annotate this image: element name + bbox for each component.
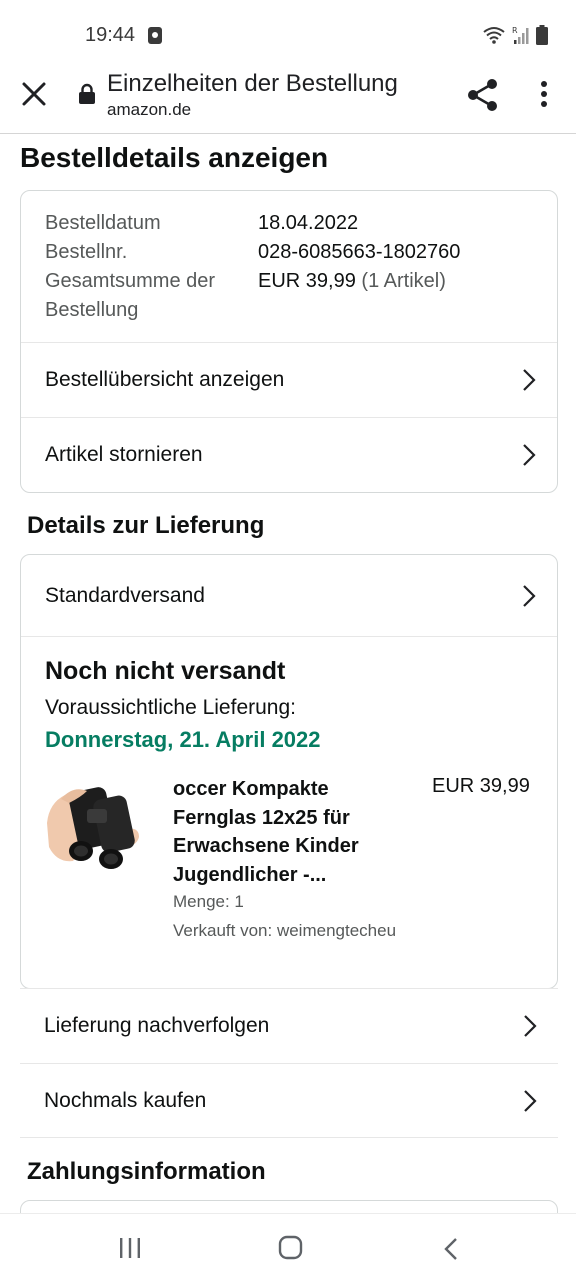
- home-icon[interactable]: [278, 1235, 303, 1260]
- track-delivery-label: Lieferung nachverfolgen: [44, 1014, 270, 1037]
- product-quantity: Menge: 1: [173, 892, 244, 911]
- chevron-right-icon: [524, 1015, 537, 1037]
- more-vert-icon[interactable]: [532, 78, 556, 110]
- order-info: Bestelldatum 18.04.2022 Bestellnr. 028-6…: [45, 209, 535, 325]
- share-icon[interactable]: [466, 78, 500, 112]
- back-icon[interactable]: [442, 1236, 460, 1262]
- recent-apps-icon[interactable]: [118, 1236, 142, 1260]
- product-image[interactable]: [43, 775, 143, 875]
- status-time: 19:44: [85, 24, 136, 46]
- status-icons: R: [482, 24, 548, 46]
- shipping-method-link[interactable]: Standardversand: [21, 555, 557, 637]
- order-number-label: Bestellnr.: [45, 241, 128, 263]
- shipment-status: Noch nicht versandt: [45, 657, 286, 685]
- order-total-label-line1: Gesamtsumme der: [45, 270, 216, 292]
- track-delivery-link[interactable]: Lieferung nachverfolgen: [20, 988, 558, 1063]
- chevron-right-icon: [523, 369, 536, 391]
- product-price: EUR 39,99: [432, 775, 530, 797]
- order-date-value: 18.04.2022: [258, 212, 359, 234]
- order-date-row: Bestelldatum 18.04.2022: [45, 209, 535, 238]
- order-total-items: (1 Artikel): [361, 270, 446, 292]
- order-number-value: 028-6085663-1802760: [258, 241, 461, 263]
- view-order-summary-link[interactable]: Bestellübersicht anzeigen: [21, 342, 557, 417]
- chevron-right-icon: [523, 584, 536, 607]
- expected-delivery-date: Donnerstag, 21. April 2022: [45, 727, 321, 752]
- chevron-right-icon: [523, 444, 536, 466]
- delivery-card: Standardversand Noch nicht versandt Vora…: [20, 554, 558, 989]
- cancel-items-link[interactable]: Artikel stornieren: [21, 417, 557, 492]
- browser-url[interactable]: amazon.de: [107, 100, 191, 120]
- svg-text:R: R: [512, 26, 518, 35]
- shipping-method-label: Standardversand: [45, 583, 205, 607]
- payment-section-title: Zahlungsinformation: [27, 1158, 266, 1185]
- order-summary-card: Bestelldatum 18.04.2022 Bestellnr. 028-6…: [20, 190, 558, 493]
- order-total-value: EUR 39,99 (1 Artikel): [258, 267, 446, 325]
- expected-delivery-label: Voraussichtliche Lieferung:: [45, 696, 296, 719]
- wifi-icon: [483, 27, 505, 44]
- buy-again-label: Nochmals kaufen: [44, 1088, 207, 1112]
- order-total-label-line2: Bestellung: [45, 299, 139, 321]
- system-nav-bar: [0, 1213, 576, 1280]
- order-date-label: Bestelldatum: [45, 212, 161, 234]
- product-name-link[interactable]: occer Kompakte Fernglas 12x25 für Erwach…: [173, 775, 403, 889]
- media-icon: [148, 27, 162, 44]
- lock-icon: [79, 83, 95, 104]
- order-total-row: Gesamtsumme der Bestellung EUR 39,99 (1 A…: [45, 267, 535, 325]
- delivery-section-title: Details zur Lieferung: [27, 512, 265, 539]
- battery-icon: [536, 25, 548, 45]
- order-number-row: Bestellnr. 028-6085663-1802760: [45, 238, 535, 267]
- buy-again-link[interactable]: Nochmals kaufen: [20, 1063, 558, 1138]
- chevron-right-icon: [524, 1089, 537, 1112]
- signal-icon: R: [512, 26, 529, 44]
- order-total-label: Gesamtsumme der Bestellung: [45, 267, 258, 325]
- product-seller: Verkauft von: weimengtecheu: [173, 921, 397, 940]
- browser-page-title: Einzelheiten der Bestellung: [107, 70, 398, 97]
- view-order-summary-label: Bestellübersicht anzeigen: [45, 368, 285, 391]
- page-title: Bestelldetails anzeigen: [20, 142, 329, 173]
- cancel-items-label: Artikel stornieren: [45, 443, 203, 466]
- browser-toolbar: Einzelheiten der Bestellung amazon.de: [0, 64, 576, 134]
- order-total-amount: EUR 39,99: [258, 270, 356, 292]
- status-bar: 19:44 R: [0, 0, 576, 64]
- close-icon[interactable]: [18, 78, 50, 110]
